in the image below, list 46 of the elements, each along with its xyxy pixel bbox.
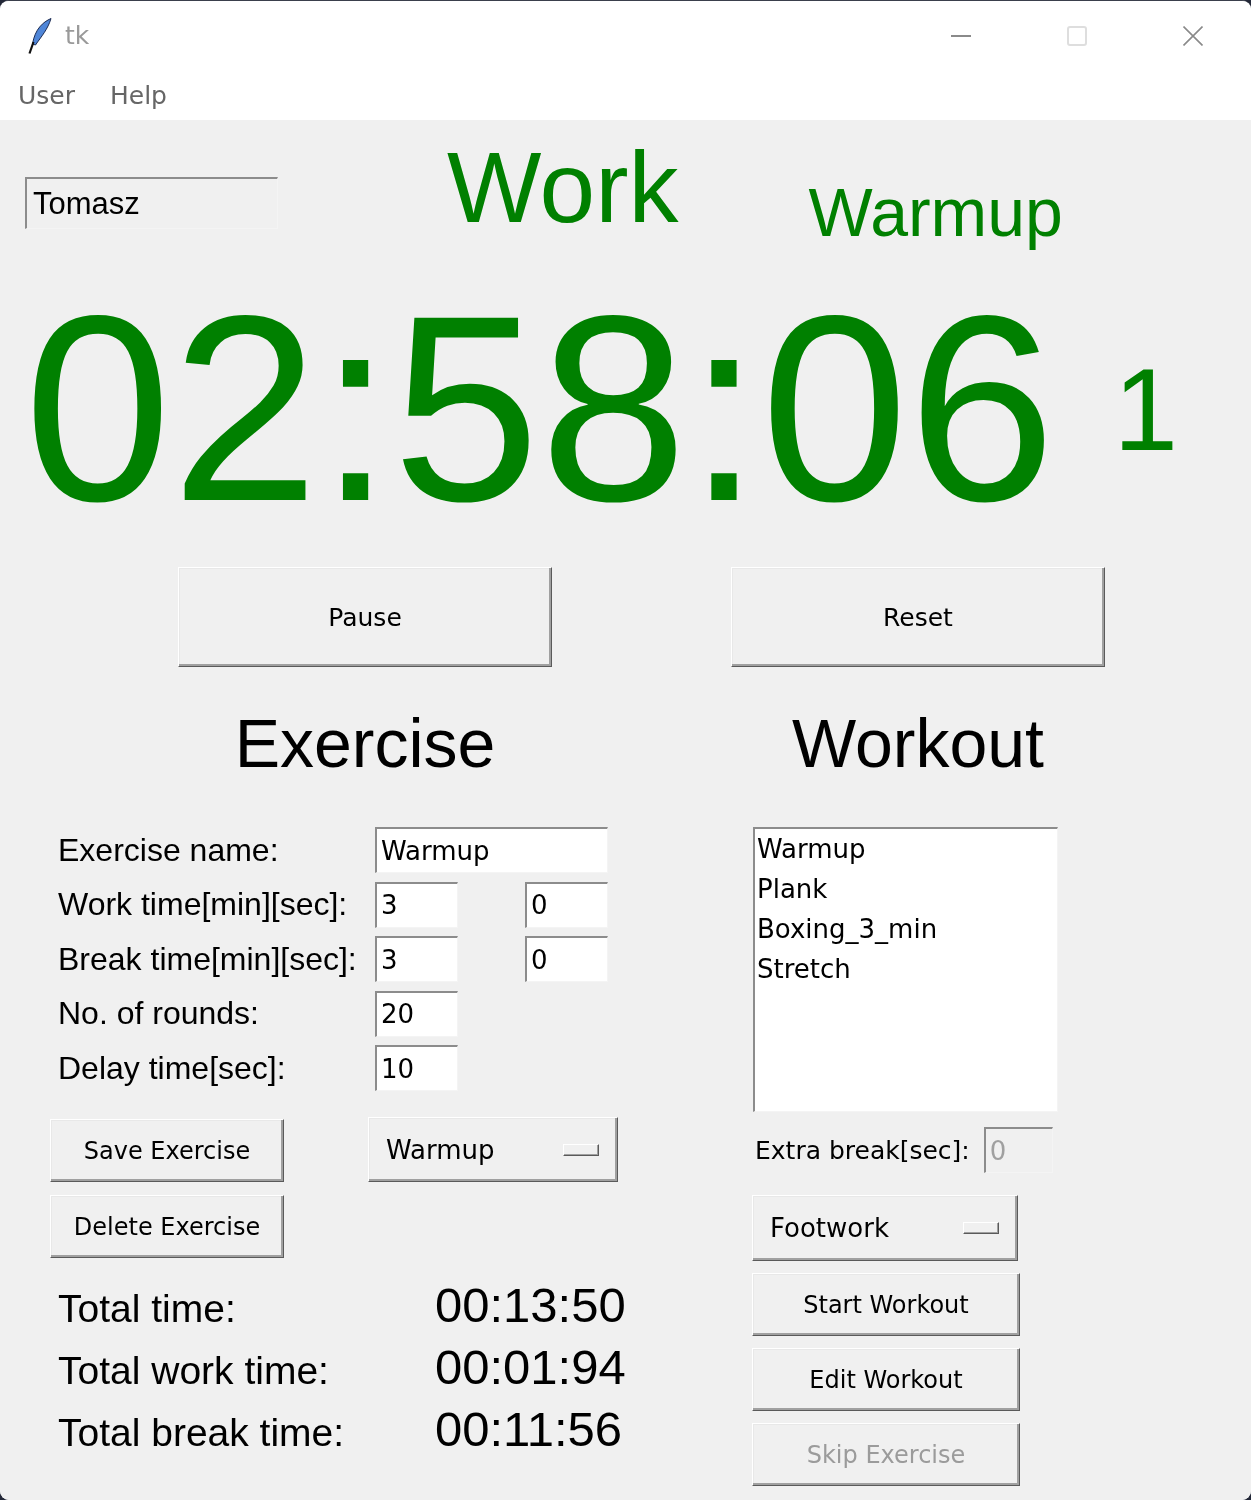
- field-label: Extra break[sec]:: [755, 1135, 970, 1165]
- field-label: Delay time[sec]:: [58, 1049, 287, 1087]
- minimize-icon[interactable]: [951, 34, 971, 37]
- workout-list[interactable]: Warmup Plank Boxing_3_min Stretch: [753, 827, 1058, 1112]
- total-value: 00:13:50: [435, 1277, 626, 1334]
- field-label: No. of rounds:: [58, 995, 260, 1032]
- total-value: 00:11:56: [435, 1401, 623, 1458]
- list-item[interactable]: Boxing_3_min: [755, 909, 1057, 949]
- phase-label: Work: [447, 137, 679, 237]
- list-item[interactable]: Warmup: [755, 829, 1057, 869]
- close-icon[interactable]: [1183, 25, 1203, 46]
- delete-exercise-button[interactable]: Delete Exercise: [50, 1195, 284, 1258]
- reset-button[interactable]: Reset: [731, 567, 1105, 667]
- workout-button[interactable]: Edit Workout: [752, 1348, 1020, 1411]
- workout-button[interactable]: Start Workout: [752, 1273, 1020, 1336]
- exercise-dropdown[interactable]: Warmup: [368, 1117, 618, 1182]
- input-field[interactable]: 10: [375, 1045, 458, 1091]
- menu-item[interactable]: User: [18, 80, 75, 110]
- section-heading: Exercise: [234, 705, 496, 781]
- save-exercise-button[interactable]: Save Exercise: [50, 1119, 284, 1182]
- window-title: tk: [65, 21, 90, 50]
- input-field[interactable]: 3: [375, 936, 458, 982]
- section-heading: Workout: [792, 705, 1044, 781]
- list-item[interactable]: Plank: [755, 869, 1057, 909]
- field-label: Work time[min][sec]:: [58, 886, 349, 923]
- field-label: Break time[min][sec]:: [58, 940, 358, 978]
- timer-display: 02:58:06: [24, 276, 1056, 541]
- total-value: 00:01:94: [435, 1339, 626, 1396]
- input-field[interactable]: 0: [525, 936, 608, 982]
- field-label: Exercise name:: [58, 831, 280, 869]
- total-label: Total time:: [58, 1286, 237, 1332]
- dropdown-indicator-icon: [563, 1143, 599, 1156]
- user-name-field[interactable]: Tomasz: [25, 177, 278, 229]
- input-field[interactable]: 3: [375, 881, 458, 928]
- total-label: Total break time:: [58, 1410, 346, 1456]
- input-field[interactable]: 0: [525, 881, 608, 928]
- round-counter: 1: [1113, 352, 1179, 468]
- workout-dropdown[interactable]: Footwork: [752, 1195, 1018, 1261]
- dropdown-indicator-icon: [963, 1222, 999, 1234]
- pause-button[interactable]: Pause: [178, 567, 552, 667]
- menu-item[interactable]: Help: [110, 80, 167, 110]
- feather-icon: [28, 17, 52, 54]
- list-item[interactable]: Stretch: [755, 949, 1057, 989]
- input-field[interactable]: 20: [375, 990, 458, 1037]
- total-label: Total work time:: [58, 1348, 330, 1394]
- input-field[interactable]: Warmup: [375, 827, 608, 873]
